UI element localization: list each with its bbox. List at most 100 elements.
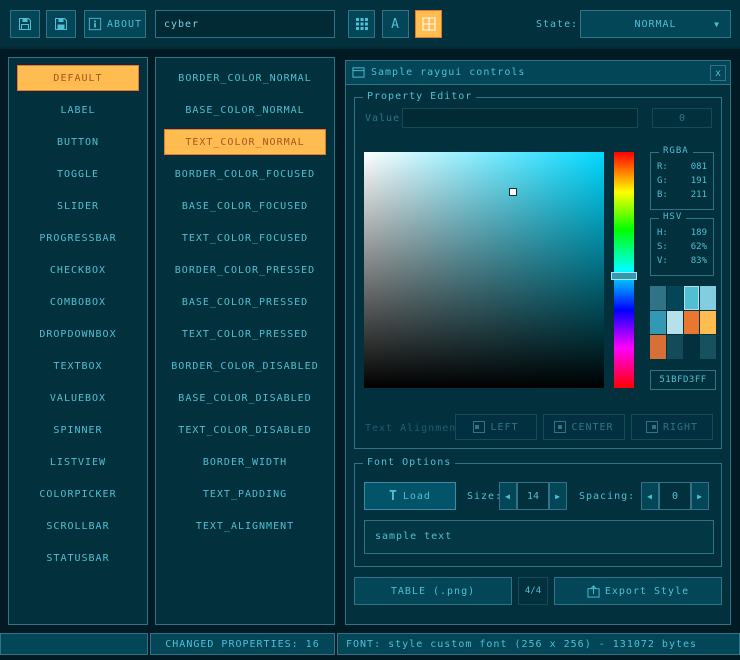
- close-icon: x: [715, 68, 721, 79]
- font-t-icon: T: [389, 489, 398, 504]
- text-alignment-label: Text Alignment:: [365, 423, 455, 434]
- property-item-base-color-focused[interactable]: BASE_COLOR_FOCUSED: [164, 193, 326, 219]
- property-item-base-color-disabled[interactable]: BASE_COLOR_DISABLED: [164, 385, 326, 411]
- control-item-default[interactable]: DEFAULT: [17, 65, 139, 91]
- control-item-listview[interactable]: LISTVIEW: [17, 449, 139, 475]
- swatch-border-normal[interactable]: [650, 286, 666, 310]
- style-color-palette: [650, 286, 716, 359]
- swatch-base-normal[interactable]: [667, 286, 683, 310]
- property-item-border-width[interactable]: BORDER_WIDTH: [164, 449, 326, 475]
- font-a-icon: A: [391, 17, 400, 32]
- swatch-border-disabled[interactable]: [667, 335, 683, 359]
- color-picker-panel[interactable]: [364, 152, 604, 388]
- about-button[interactable]: ABOUT: [84, 10, 146, 38]
- align-center-button[interactable]: CENTER: [543, 414, 625, 440]
- sample-controls-window: Sample raygui controls x Property Editor…: [345, 60, 731, 625]
- state-label: State:: [536, 19, 578, 30]
- swatch-base-disabled[interactable]: [684, 335, 700, 359]
- property-item-base-color-normal[interactable]: BASE_COLOR_NORMAL: [164, 97, 326, 123]
- statusbar-changed-properties: CHANGED PROPERTIES: 16: [150, 633, 335, 655]
- hue-slider-handle[interactable]: [611, 272, 637, 280]
- property-item-text-padding[interactable]: TEXT_PADDING: [164, 481, 326, 507]
- close-window-button[interactable]: x: [710, 65, 726, 81]
- swatch-text-focused[interactable]: [667, 311, 683, 335]
- spacing-increase-button[interactable]: ▶: [691, 482, 709, 510]
- value-box[interactable]: 0: [652, 108, 712, 128]
- save-style-button[interactable]: [46, 10, 76, 38]
- align-right-icon: [646, 421, 658, 433]
- export-table-button[interactable]: TABLE (.png): [354, 577, 512, 605]
- window-title: Sample raygui controls: [371, 67, 525, 78]
- sample-text-box[interactable]: sample text: [364, 520, 714, 554]
- spacing-value-box[interactable]: 0: [659, 482, 691, 510]
- size-increase-button[interactable]: ▶: [549, 482, 567, 510]
- control-item-scrollbar[interactable]: SCROLLBAR: [17, 513, 139, 539]
- arrow-right-icon: ▶: [555, 492, 561, 501]
- control-item-combobox[interactable]: COMBOBOX: [17, 289, 139, 315]
- rguistyler-app: ABOUT A State: NORMAL ▼ DE: [0, 0, 740, 660]
- control-item-toggle[interactable]: TOGGLE: [17, 161, 139, 187]
- color-palette-view-button[interactable]: [415, 10, 442, 38]
- hsv-group-label: HSV: [659, 212, 686, 222]
- align-right-button[interactable]: RIGHT: [631, 414, 713, 440]
- control-item-colorpicker[interactable]: COLORPICKER: [17, 481, 139, 507]
- page-indicator: 4/4: [518, 577, 548, 605]
- control-item-checkbox[interactable]: CHECKBOX: [17, 257, 139, 283]
- size-decrease-button[interactable]: ◀: [499, 482, 517, 510]
- swatch-border-pressed[interactable]: [684, 311, 700, 335]
- swatch-text-pressed[interactable]: [650, 335, 666, 359]
- rgba-group-label: RGBA: [659, 146, 693, 156]
- property-item-text-color-disabled[interactable]: TEXT_COLOR_DISABLED: [164, 417, 326, 443]
- spacing-decrease-button[interactable]: ◀: [641, 482, 659, 510]
- property-item-text-color-pressed[interactable]: TEXT_COLOR_PRESSED: [164, 321, 326, 347]
- size-value-box[interactable]: 14: [517, 482, 549, 510]
- swatch-border-focused[interactable]: [700, 286, 716, 310]
- arrow-left-icon: ◀: [647, 492, 653, 501]
- toolbar: ABOUT A State: NORMAL ▼: [0, 0, 740, 49]
- font-options-group: Font Options T Load Size: ◀ 14 ▶ Spacing…: [354, 463, 722, 567]
- window-titlebar: Sample raygui controls: [346, 61, 730, 85]
- font-view-button[interactable]: A: [382, 10, 409, 38]
- rgba-group: RGBA R:081 G:191 B:211: [650, 152, 714, 210]
- arrow-left-icon: ◀: [505, 492, 511, 501]
- about-button-label: ABOUT: [107, 19, 142, 30]
- arrow-right-icon: ▶: [697, 492, 703, 501]
- swatch-base-pressed[interactable]: [700, 311, 716, 335]
- controls-list: DEFAULT LABEL BUTTON TOGGLE SLIDER PROGR…: [8, 57, 148, 625]
- swatch-text-disabled[interactable]: [700, 335, 716, 359]
- value-input[interactable]: [402, 108, 638, 128]
- swatch-base-focused[interactable]: [650, 311, 666, 335]
- hue-slider[interactable]: [614, 152, 634, 388]
- load-font-button[interactable]: T Load: [364, 482, 456, 510]
- control-item-dropdownbox[interactable]: DROPDOWNBOX: [17, 321, 139, 347]
- property-item-border-color-pressed[interactable]: BORDER_COLOR_PRESSED: [164, 257, 326, 283]
- hsv-value-row: V:83%: [657, 256, 707, 266]
- property-item-base-color-pressed[interactable]: BASE_COLOR_PRESSED: [164, 289, 326, 315]
- style-name-input[interactable]: [155, 10, 335, 38]
- properties-list: BORDER_COLOR_NORMAL BASE_COLOR_NORMAL TE…: [155, 57, 335, 625]
- control-item-slider[interactable]: SLIDER: [17, 193, 139, 219]
- property-item-border-color-normal[interactable]: BORDER_COLOR_NORMAL: [164, 65, 326, 91]
- property-item-border-color-disabled[interactable]: BORDER_COLOR_DISABLED: [164, 353, 326, 379]
- export-style-button[interactable]: Export Style: [554, 577, 722, 605]
- control-item-valuebox[interactable]: VALUEBOX: [17, 385, 139, 411]
- hex-color-field[interactable]: 51BFD3FF: [650, 370, 716, 390]
- color-picker-cursor[interactable]: [509, 188, 517, 196]
- control-item-spinner[interactable]: SPINNER: [17, 417, 139, 443]
- hsv-hue-row: H:189: [657, 228, 707, 238]
- control-item-textbox[interactable]: TEXTBOX: [17, 353, 139, 379]
- property-item-text-alignment[interactable]: TEXT_ALIGNMENT: [164, 513, 326, 539]
- property-item-text-color-focused[interactable]: TEXT_COLOR_FOCUSED: [164, 225, 326, 251]
- control-item-statusbar[interactable]: STATUSBAR: [17, 545, 139, 571]
- control-item-button[interactable]: BUTTON: [17, 129, 139, 155]
- control-item-progressbar[interactable]: PROGRESSBAR: [17, 225, 139, 251]
- state-dropdown[interactable]: NORMAL ▼: [580, 10, 731, 38]
- property-item-border-color-focused[interactable]: BORDER_COLOR_FOCUSED: [164, 161, 326, 187]
- control-item-label[interactable]: LABEL: [17, 97, 139, 123]
- swatch-text-normal[interactable]: [684, 286, 700, 310]
- load-style-button[interactable]: [10, 10, 40, 38]
- rgba-green-row: G:191: [657, 176, 707, 186]
- property-item-text-color-normal[interactable]: TEXT_COLOR_NORMAL: [164, 129, 326, 155]
- align-left-button[interactable]: LEFT: [455, 414, 537, 440]
- style-table-view-button[interactable]: [348, 10, 375, 38]
